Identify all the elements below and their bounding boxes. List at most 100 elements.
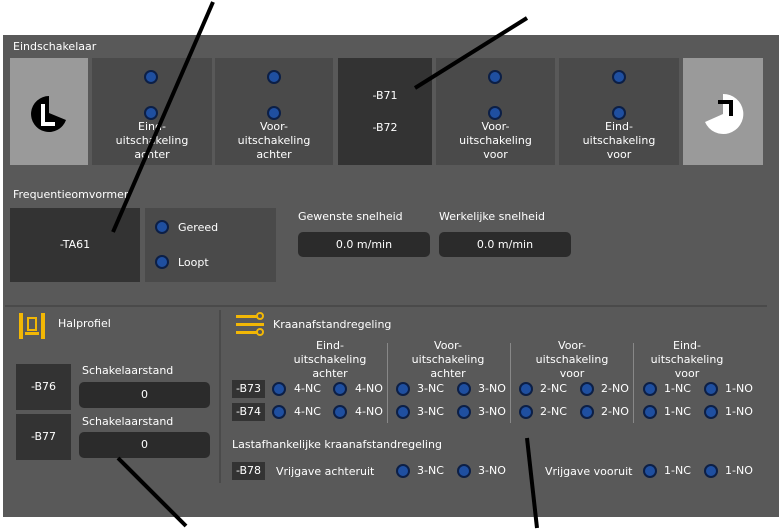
contact-led bbox=[396, 382, 410, 396]
contact-label: 3-NC bbox=[417, 405, 444, 418]
tile-label: Eind- uitschakeling achter bbox=[115, 120, 189, 161]
eindschakelaar-title: Eindschakelaar bbox=[13, 40, 97, 53]
ready-led bbox=[155, 220, 169, 234]
led-indicator bbox=[488, 70, 502, 84]
contact-led bbox=[519, 382, 533, 396]
inverter-status: Gereed Loopt bbox=[145, 208, 276, 282]
contact-label: 1-NO bbox=[725, 405, 753, 418]
contact-led bbox=[704, 382, 718, 396]
contact-led bbox=[333, 405, 347, 419]
led-indicator bbox=[267, 70, 281, 84]
tile-eind-achter: Eind- uitschakeling achter bbox=[92, 58, 212, 165]
column-divider bbox=[510, 343, 511, 423]
column-divider bbox=[387, 343, 388, 423]
led-indicator bbox=[612, 70, 626, 84]
forward-release-label: Vrijgave vooruit bbox=[545, 465, 633, 478]
switch-position-value: 0 bbox=[79, 382, 210, 408]
contact-label: 1-NC bbox=[664, 464, 691, 477]
contact-led bbox=[396, 405, 410, 419]
contact-label: 1-NO bbox=[725, 464, 753, 477]
contact-label: 4-NC bbox=[294, 382, 321, 395]
led-indicator bbox=[144, 70, 158, 84]
column-header: Eind- uitschakeling voor bbox=[650, 339, 724, 380]
tile-label: Eind- uitschakeling voor bbox=[582, 120, 656, 161]
contact-label: 2-NO bbox=[601, 382, 629, 395]
contact-led bbox=[457, 382, 471, 396]
tag-b74: -B74 bbox=[232, 403, 265, 421]
contact-label: 1-NC bbox=[664, 405, 691, 418]
frequentie-title: Frequentieomvormer bbox=[13, 188, 129, 201]
sensor-b72: -B72 bbox=[372, 121, 398, 134]
switch-position-label: Schakelaarstand bbox=[82, 415, 174, 428]
contact-led bbox=[333, 382, 347, 396]
running-led bbox=[155, 255, 169, 269]
contact-label: 3-NO bbox=[478, 405, 506, 418]
inverter-tag: -TA61 bbox=[59, 238, 91, 251]
kraan-icon bbox=[236, 312, 264, 336]
contact-led bbox=[704, 405, 718, 419]
contact-led bbox=[643, 382, 657, 396]
led-indicator bbox=[144, 106, 158, 120]
contact-label: 2-NC bbox=[540, 405, 567, 418]
ready-label: Gereed bbox=[178, 221, 219, 234]
led-indicator bbox=[488, 106, 502, 120]
contact-label: 3-NC bbox=[417, 464, 444, 477]
contact-led bbox=[519, 405, 533, 419]
led-indicator bbox=[267, 106, 281, 120]
contact-led bbox=[457, 405, 471, 419]
back-arrow-icon bbox=[31, 96, 66, 132]
contact-led bbox=[643, 405, 657, 419]
column-header: Voor- uitschakeling voor bbox=[535, 339, 609, 380]
kraan-title: Kraanafstandregeling bbox=[273, 318, 392, 331]
contact-led bbox=[457, 464, 471, 478]
actual-speed-value: 0.0 m/min bbox=[439, 232, 571, 257]
halprofiel-title: Halprofiel bbox=[58, 317, 111, 330]
sensor-b71: -B71 bbox=[372, 89, 398, 102]
tag-b77: -B77 bbox=[16, 414, 71, 460]
switch-position-value: 0 bbox=[79, 432, 210, 458]
tile-voor-voor: Voor- uitschakeling voor bbox=[436, 58, 555, 165]
reverse-release-label: Vrijgave achteruit bbox=[276, 465, 375, 478]
tag-b73: -B73 bbox=[232, 380, 265, 398]
contact-label: 3-NO bbox=[478, 464, 506, 477]
contact-led bbox=[580, 405, 594, 419]
desired-speed-value: 0.0 m/min bbox=[298, 232, 430, 257]
load-dependent-title: Lastafhankelijke kraanafstandregeling bbox=[232, 438, 442, 451]
led-indicator bbox=[612, 106, 626, 120]
column-header: Eind- uitschakeling achter bbox=[293, 339, 367, 380]
move-back-button[interactable] bbox=[10, 58, 88, 165]
contact-led bbox=[704, 464, 718, 478]
inverter-device: -TA61 bbox=[10, 208, 140, 282]
contact-label: 3-NO bbox=[478, 382, 506, 395]
tag-b76: -B76 bbox=[16, 364, 71, 410]
switch-position-label: Schakelaarstand bbox=[82, 364, 174, 377]
contact-label: 4-NC bbox=[294, 405, 321, 418]
section-divider bbox=[219, 310, 221, 483]
contact-label: 4-NO bbox=[355, 405, 383, 418]
tile-label: Voor- uitschakeling voor bbox=[459, 120, 532, 161]
contact-label: 4-NO bbox=[355, 382, 383, 395]
running-label: Loopt bbox=[178, 256, 209, 269]
contact-label: 1-NC bbox=[664, 382, 691, 395]
tile-label: Voor- uitschakeling achter bbox=[237, 120, 311, 161]
contact-led bbox=[580, 382, 594, 396]
contact-label: 2-NC bbox=[540, 382, 567, 395]
contact-label: 2-NO bbox=[601, 405, 629, 418]
contact-led bbox=[272, 405, 286, 419]
forward-arrow-icon bbox=[705, 93, 744, 134]
tile-b71-b72: -B71 -B72 bbox=[338, 58, 432, 165]
tile-eind-voor: Eind- uitschakeling voor bbox=[559, 58, 679, 165]
column-header: Voor- uitschakeling achter bbox=[411, 339, 485, 380]
move-forward-button[interactable] bbox=[683, 58, 763, 165]
tile-voor-achter: Voor- uitschakeling achter bbox=[215, 58, 333, 165]
desired-speed-label: Gewenste snelheid bbox=[298, 210, 403, 223]
halprofiel-icon bbox=[19, 313, 45, 339]
tag-b78: -B78 bbox=[232, 462, 265, 480]
actual-speed-label: Werkelijke snelheid bbox=[439, 210, 545, 223]
contact-led bbox=[272, 382, 286, 396]
contact-label: 1-NO bbox=[725, 382, 753, 395]
column-divider bbox=[633, 343, 634, 423]
contact-led bbox=[396, 464, 410, 478]
contact-label: 3-NC bbox=[417, 382, 444, 395]
contact-led bbox=[643, 464, 657, 478]
